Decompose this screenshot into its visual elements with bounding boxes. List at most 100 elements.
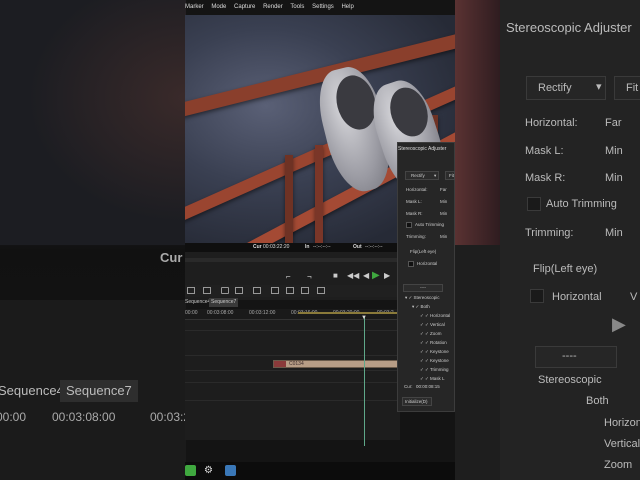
select-tool-icon[interactable] [187, 287, 195, 294]
capture-icon[interactable] [286, 287, 294, 294]
big-vertical-short: V [630, 291, 638, 303]
adjuster-title: Stereoscopic Adjuster [398, 146, 447, 152]
big-auto-trim-label: Auto Trimming [546, 198, 617, 210]
mixer-icon[interactable] [235, 287, 243, 294]
left-zoom-video [0, 0, 186, 245]
tree-label: Keystone [430, 358, 449, 363]
cur-label: Cur [253, 244, 262, 250]
track-divider [185, 382, 400, 383]
menu-mode[interactable]: Mode [211, 4, 226, 10]
tree-item-horizontal[interactable]: ✓ ✓ Horizontal [420, 313, 450, 319]
timeline-toolbar [185, 285, 400, 297]
adjuster-cur-label: Cur: [404, 384, 413, 389]
playhead-handle-icon[interactable]: ▼ [361, 315, 367, 321]
gear-icon[interactable]: ⚙ [203, 465, 214, 476]
out-value: --:--:--:-- [365, 244, 383, 250]
taskbar: ⚙ [185, 462, 455, 480]
title-icon[interactable] [221, 287, 229, 294]
tree-item-trimming[interactable]: ✓ ✓ Trimming [420, 367, 449, 373]
clip-label: C0134 [289, 361, 304, 367]
big-flip-label: Flip(Left eye) [533, 263, 598, 275]
big-horizontal-checkbox [530, 289, 544, 303]
ruler-tick: 00:00 [185, 310, 198, 316]
rewind-icon[interactable]: ◀◀ [347, 271, 359, 280]
menu-tools[interactable]: Tools [290, 4, 304, 10]
adjuster-cur-value: 00:00:08:15 [416, 384, 440, 389]
menu-settings[interactable]: Settings [312, 4, 334, 10]
tab-sequence7[interactable]: Sequence7 [209, 298, 239, 307]
timeline-tracks[interactable] [185, 320, 400, 440]
track-divider [185, 355, 400, 356]
maskl-value[interactable]: Min [440, 199, 447, 204]
horizontal-label: Horizontal: [406, 187, 428, 192]
tree-item-zoom[interactable]: ✓ ✓ Zoom [420, 331, 442, 337]
big-maskl-value: Min [605, 145, 623, 157]
in-out-range [298, 312, 398, 314]
snapshot-icon[interactable] [301, 287, 309, 294]
stop-icon[interactable]: ■ [333, 271, 338, 280]
dash-value: ---- [420, 285, 426, 290]
clip-thumbnail [274, 361, 286, 367]
menu-marker[interactable]: Marker [185, 4, 204, 10]
tree-item-both[interactable]: ▾ ✓ Both [412, 304, 430, 310]
record-icon[interactable] [317, 287, 325, 294]
tree-label: Rotation [430, 340, 447, 345]
right-zoom-video [455, 0, 505, 245]
group-icon[interactable] [203, 287, 211, 294]
big-tree-item: Both [586, 395, 609, 407]
maskr-value[interactable]: Min [440, 211, 447, 216]
monitor-icon[interactable] [225, 465, 236, 476]
play-icon[interactable]: ▶ [372, 270, 380, 281]
tree-label: Both [420, 304, 430, 309]
timeline-ruler[interactable]: 00:00 00:03:08:00 00:03:12:00 00:03:16:0… [185, 309, 400, 320]
step-forward-icon[interactable]: ▶ [384, 271, 390, 280]
big-mode2-value: Fit [626, 82, 639, 94]
tree-label: Keystone [430, 349, 449, 354]
tree-item-keystone[interactable]: ✓ ✓ Keystone [420, 349, 449, 355]
flip-horizontal-label: Horizontal [417, 261, 438, 266]
storyboard-icon[interactable] [253, 287, 261, 294]
tree-item-vertical[interactable]: ✓ ✓ Vertical [420, 322, 445, 328]
ruler-tick: 00:03:12:00 [249, 310, 276, 316]
trimming-value[interactable]: Min [440, 234, 447, 239]
menu-render[interactable]: Render [263, 4, 283, 10]
menu-help[interactable]: Help [341, 4, 353, 10]
tree-item-maskl[interactable]: ✓ ✓ Mask L [420, 376, 445, 382]
big-adjuster-title: Stereoscopic Adjuster [506, 20, 632, 35]
big-auto-trim-checkbox [527, 197, 541, 211]
out-label: Out [353, 244, 362, 250]
big-dash-value: ---- [562, 350, 577, 362]
big-maskr-label: Mask R: [525, 172, 566, 184]
menu-capture[interactable]: Capture [234, 4, 255, 10]
tree-label: Stereoscopic [413, 295, 440, 300]
chevron-down-icon: ▾ [434, 173, 437, 178]
mark-out-icon[interactable]: ¬ [307, 272, 312, 281]
auto-trimming-checkbox[interactable] [406, 222, 412, 228]
step-back-icon[interactable]: ◀ [363, 271, 369, 280]
playhead[interactable] [364, 316, 365, 446]
flip-horizontal-checkbox[interactable] [408, 261, 414, 267]
tab-sequence4[interactable]: Sequence4 [183, 298, 212, 307]
tree-label: Zoom [430, 331, 442, 336]
timeline-clip[interactable]: C0134 [273, 360, 400, 368]
railing-post [285, 155, 293, 243]
tree-label: Trimming [429, 367, 449, 372]
big-ruler-tick: 00:00 [0, 410, 27, 424]
big-maskr-value: Min [605, 172, 623, 184]
big-adjuster-panel [500, 0, 640, 480]
maskl-label: Mask L: [406, 199, 422, 204]
app-icon[interactable] [185, 465, 196, 476]
horizontal-value[interactable]: Far [440, 187, 447, 192]
cur-value: 00:03:22:20 [263, 244, 290, 250]
big-tab-sequence7: Sequence7 [60, 380, 138, 402]
mark-in-icon[interactable]: ⌐ [286, 272, 291, 281]
in-label: In [305, 244, 310, 250]
marker-icon[interactable] [271, 287, 279, 294]
big-cur-label: Cur [160, 250, 183, 265]
play-icon: ▶ [612, 314, 626, 334]
tree-item-stereoscopic[interactable]: ▾ ✓ Stereoscopic [405, 295, 440, 301]
big-horizontal-label: Horizontal: [525, 117, 578, 129]
in-value: --:--:--:-- [313, 244, 331, 250]
tree-item-keystone2[interactable]: ✓ ✓ Keystone [420, 358, 449, 364]
tree-item-rotation[interactable]: ✓ ✓ Rotation [420, 340, 447, 346]
